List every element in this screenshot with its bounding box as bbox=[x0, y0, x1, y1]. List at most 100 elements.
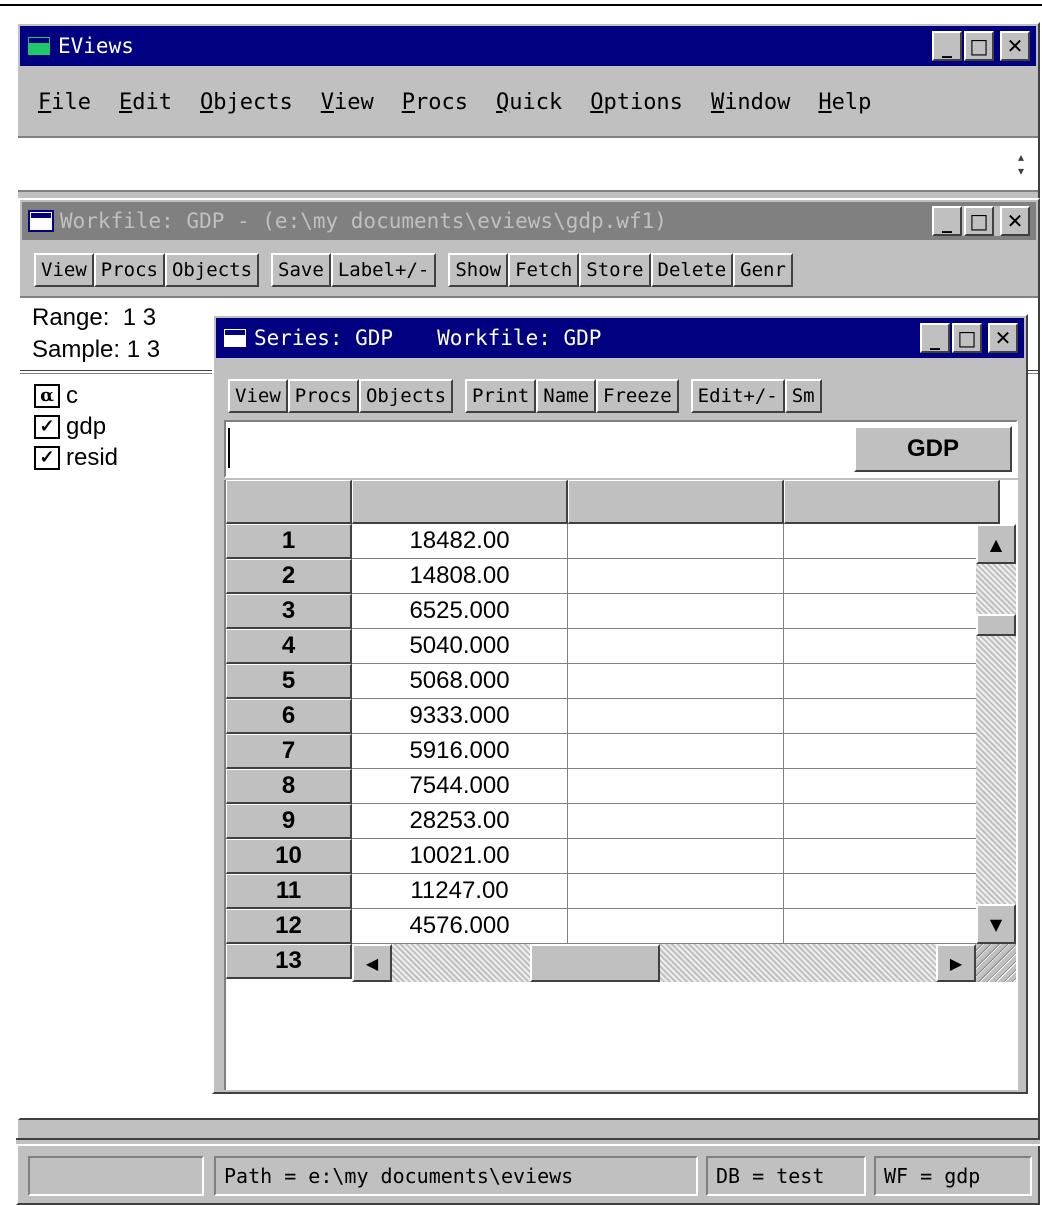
workfile-show-button[interactable]: Show bbox=[448, 253, 509, 287]
empty-cell[interactable] bbox=[568, 804, 784, 839]
row-header[interactable]: 1 bbox=[226, 524, 352, 559]
empty-cell[interactable] bbox=[568, 874, 784, 909]
series-maximize-button[interactable]: □ bbox=[952, 323, 982, 353]
row-header[interactable]: 13 bbox=[226, 944, 352, 979]
menu-item-help[interactable]: Help bbox=[818, 90, 871, 115]
main-title-bar[interactable]: EViews _ □ ✕ bbox=[20, 26, 1036, 66]
row-header[interactable]: 3 bbox=[226, 594, 352, 629]
empty-cell[interactable] bbox=[784, 804, 1000, 839]
workfile-view-button[interactable]: View bbox=[34, 253, 94, 287]
series-value-cell[interactable]: 28253.00 bbox=[352, 804, 568, 839]
series-freeze-button[interactable]: Freeze bbox=[596, 379, 679, 413]
workfile-close-button[interactable]: ✕ bbox=[1000, 206, 1030, 236]
series-value-cell[interactable]: 7544.000 bbox=[352, 769, 568, 804]
maximize-button[interactable]: □ bbox=[964, 31, 994, 61]
workfile-objects-button[interactable]: Objects bbox=[164, 253, 260, 287]
empty-cell[interactable] bbox=[568, 839, 784, 874]
row-header[interactable]: 11 bbox=[226, 874, 352, 909]
series-value-cell[interactable]: 5916.000 bbox=[352, 734, 568, 769]
object-item-gdp[interactable]: ✓ gdp bbox=[34, 411, 118, 442]
workfile-genr-button[interactable]: Genr bbox=[733, 253, 793, 287]
menu-item-quick[interactable]: Quick bbox=[496, 90, 562, 115]
vertical-scrollbar[interactable]: ▲ ▼ bbox=[976, 524, 1016, 944]
command-splitter[interactable]: ▴ ▾ bbox=[1010, 148, 1032, 180]
series-value-cell[interactable]: 9333.000 bbox=[352, 699, 568, 734]
empty-cell[interactable] bbox=[568, 664, 784, 699]
series-procs-button[interactable]: Procs bbox=[287, 379, 359, 413]
empty-cell[interactable] bbox=[784, 629, 1000, 664]
empty-cell[interactable] bbox=[784, 524, 1000, 559]
menu-item-options[interactable]: Options bbox=[590, 90, 683, 115]
column-header[interactable] bbox=[784, 480, 1000, 524]
menu-item-procs[interactable]: Procs bbox=[402, 90, 468, 115]
series-name-button[interactable]: Name bbox=[536, 379, 597, 413]
series-value-cell[interactable]: 5040.000 bbox=[352, 629, 568, 664]
workfile-minimize-button[interactable]: _ bbox=[932, 206, 962, 236]
series-value-cell[interactable]: 11247.00 bbox=[352, 874, 568, 909]
row-header[interactable]: 8 bbox=[226, 769, 352, 804]
horizontal-scroll-thumb[interactable] bbox=[530, 944, 660, 982]
workfile-label-button[interactable]: Label+/- bbox=[330, 253, 437, 287]
menu-item-edit[interactable]: Edit bbox=[119, 90, 172, 115]
empty-cell[interactable] bbox=[568, 594, 784, 629]
horizontal-scrollbar[interactable]: ◀ ▶ bbox=[352, 944, 1016, 982]
empty-cell[interactable] bbox=[784, 769, 1000, 804]
empty-cell[interactable] bbox=[568, 909, 784, 944]
series-close-button[interactable]: ✕ bbox=[988, 323, 1018, 353]
empty-cell[interactable] bbox=[568, 559, 784, 594]
minimize-button[interactable]: _ bbox=[932, 31, 962, 61]
row-header[interactable]: 5 bbox=[226, 664, 352, 699]
series-minimize-button[interactable]: _ bbox=[920, 323, 950, 353]
vertical-scroll-thumb[interactable] bbox=[976, 614, 1016, 636]
empty-cell[interactable] bbox=[568, 769, 784, 804]
menu-item-objects[interactable]: Objects bbox=[200, 90, 293, 115]
cell-edit-input[interactable] bbox=[228, 428, 848, 468]
workfile-title-bar[interactable]: Workfile: GDP - (e:\my documents\eviews\… bbox=[22, 202, 1036, 240]
row-header[interactable]: 9 bbox=[226, 804, 352, 839]
workfile-save-button[interactable]: Save bbox=[271, 253, 331, 287]
series-value-cell[interactable]: 10021.00 bbox=[352, 839, 568, 874]
menu-item-view[interactable]: View bbox=[321, 90, 374, 115]
workfile-procs-button[interactable]: Procs bbox=[93, 253, 165, 287]
resize-grip-icon[interactable] bbox=[976, 944, 1016, 982]
series-value-cell[interactable]: 6525.000 bbox=[352, 594, 568, 629]
row-header[interactable]: 4 bbox=[226, 629, 352, 664]
menu-item-window[interactable]: Window bbox=[711, 90, 790, 115]
empty-cell[interactable] bbox=[568, 524, 784, 559]
object-item-c[interactable]: αc bbox=[34, 380, 118, 411]
menu-item-file[interactable]: File bbox=[38, 90, 91, 115]
workfile-fetch-button[interactable]: Fetch bbox=[508, 253, 580, 287]
series-title-bar[interactable]: Series: GDP Workfile: GDP _ □ ✕ bbox=[216, 318, 1024, 358]
series-value-cell[interactable]: 4576.000 bbox=[352, 909, 568, 944]
empty-cell[interactable] bbox=[568, 629, 784, 664]
row-header[interactable]: 10 bbox=[226, 839, 352, 874]
close-button[interactable]: ✕ bbox=[1000, 31, 1030, 61]
empty-cell[interactable] bbox=[784, 664, 1000, 699]
row-header[interactable]: 2 bbox=[226, 559, 352, 594]
column-header[interactable] bbox=[352, 480, 568, 524]
series-value-cell[interactable]: 14808.00 bbox=[352, 559, 568, 594]
empty-cell[interactable] bbox=[784, 734, 1000, 769]
row-header[interactable]: 6 bbox=[226, 699, 352, 734]
row-header[interactable]: 7 bbox=[226, 734, 352, 769]
empty-cell[interactable] bbox=[784, 559, 1000, 594]
series-sm-button[interactable]: Sm bbox=[784, 379, 822, 413]
workfile-delete-button[interactable]: Delete bbox=[650, 253, 734, 287]
object-item-resid[interactable]: ✓ resid bbox=[34, 442, 118, 473]
empty-cell[interactable] bbox=[784, 909, 1000, 944]
series-view-button[interactable]: View bbox=[228, 379, 288, 413]
scroll-down-button[interactable]: ▼ bbox=[976, 904, 1016, 944]
empty-cell[interactable] bbox=[784, 874, 1000, 909]
grid-corner-cell[interactable] bbox=[226, 480, 352, 524]
series-edit-button[interactable]: Edit+/- bbox=[690, 379, 785, 413]
column-header[interactable] bbox=[568, 480, 784, 524]
series-objects-button[interactable]: Objects bbox=[358, 379, 454, 413]
command-window[interactable]: ▴ ▾ bbox=[18, 136, 1038, 192]
series-value-cell[interactable]: 18482.00 bbox=[352, 524, 568, 559]
empty-cell[interactable] bbox=[784, 594, 1000, 629]
scroll-up-button[interactable]: ▲ bbox=[976, 524, 1016, 564]
workfile-store-button[interactable]: Store bbox=[579, 253, 651, 287]
series-print-button[interactable]: Print bbox=[465, 379, 537, 413]
scroll-left-button[interactable]: ◀ bbox=[352, 944, 392, 982]
empty-cell[interactable] bbox=[784, 699, 1000, 734]
